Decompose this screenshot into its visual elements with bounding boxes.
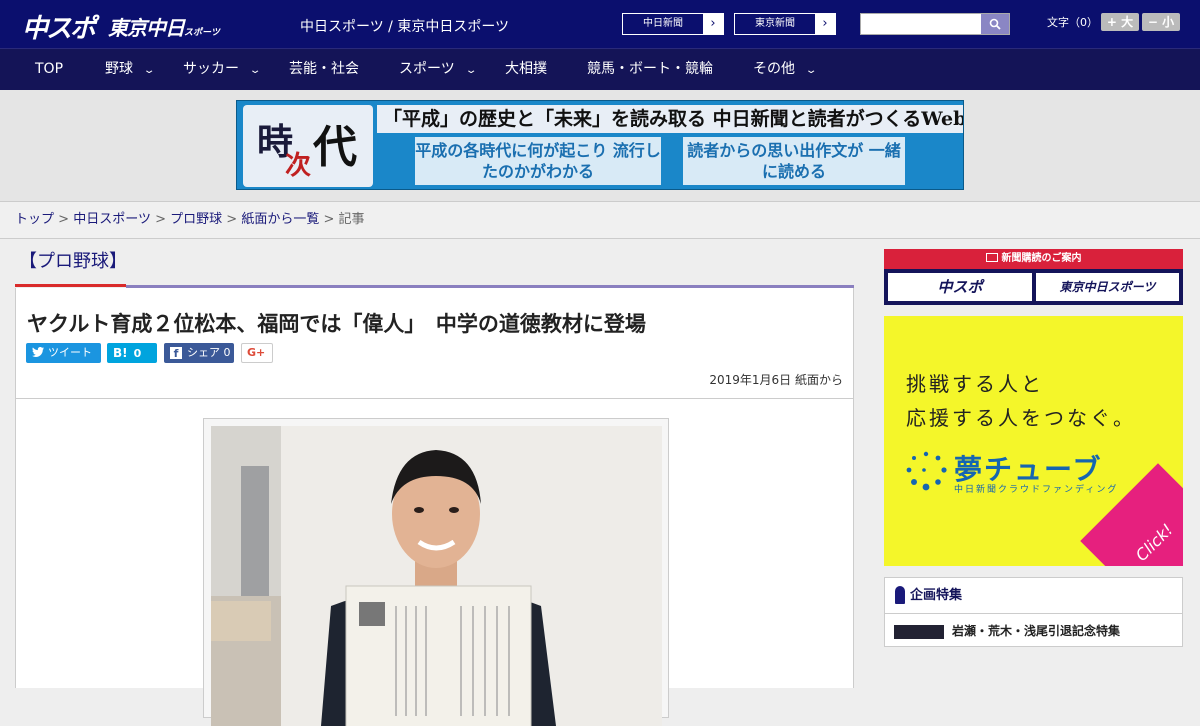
special-feature-thumb: [894, 624, 944, 639]
chevron-down-icon: ⌄: [464, 65, 478, 76]
jidai-logo-char-3: 代: [313, 122, 357, 173]
special-features-header: 企画特集: [885, 578, 1182, 614]
facebook-icon: f: [170, 347, 182, 360]
breadcrumb-separator: >: [323, 212, 335, 227]
search-box[interactable]: [860, 13, 1010, 35]
special-feature-item[interactable]: 岩瀬・荒木・浅尾引退記念特集: [894, 622, 1120, 639]
search-icon: [989, 18, 1001, 30]
special-feature-title: 岩瀬・荒木・浅尾引退記念特集: [952, 624, 1121, 638]
chunichi-shimbun-button[interactable]: 中日新聞 ›: [622, 13, 724, 35]
font-size-label: 文字（0）: [1047, 16, 1098, 29]
jidai-logo-char-2: 次: [285, 151, 312, 181]
chuspo-logo[interactable]: 中スポ: [22, 8, 96, 45]
nav-item-soccer[interactable]: サッカー ⌄: [183, 49, 262, 91]
hatena-count: 0: [133, 347, 142, 360]
ad-brand-sub: 中日新聞クラウドファンディング: [954, 485, 1119, 495]
breadcrumb-separator: >: [58, 212, 70, 227]
nav-item-top[interactable]: TOP: [35, 49, 63, 91]
banner-headline: 「平成」の歴史と「未来」を読み取る 中日新聞と読者がつくるWebサイト: [377, 105, 963, 133]
article-dateline: 2019年1月6日 紙面から: [709, 371, 843, 388]
jidai-logo: 時 次 代: [243, 105, 373, 187]
breadcrumb-current: 記事: [338, 212, 365, 227]
breadcrumb: トップ > 中日スポーツ > プロ野球 > 紙面から一覧 > 記事: [0, 201, 1200, 239]
hatena-icon: B!: [113, 346, 128, 360]
breadcrumb-paper-list[interactable]: 紙面から一覧: [241, 212, 319, 227]
font-larger-button[interactable]: + 大: [1101, 13, 1139, 31]
chevron-down-icon: ⌄: [142, 65, 156, 76]
breadcrumb-chunichi-sports[interactable]: 中日スポーツ: [73, 212, 151, 227]
breadcrumb-pro-baseball[interactable]: プロ野球: [170, 212, 222, 227]
nav-item-racing[interactable]: 競馬・ボート・競輪: [587, 49, 713, 91]
font-smaller-button[interactable]: − 小: [1142, 13, 1180, 31]
subscribe-tokyo-chunichi-button[interactable]: 東京中日スポーツ: [1036, 273, 1179, 301]
breadcrumb-separator: >: [155, 212, 166, 227]
nav-label: その他: [753, 61, 795, 77]
ribbon-icon: [895, 586, 905, 604]
subscription-title: 新聞購読のご案内: [1001, 253, 1082, 264]
nav-label: TOP: [35, 61, 64, 77]
player-photo-illustration: [211, 426, 662, 726]
article-card: ヤクルト育成２位松本、福岡では「偉人」 中学の道徳教材に登場 ツイート B! 0 …: [15, 288, 854, 726]
google-plus-icon: G+: [247, 346, 266, 359]
google-plus-button[interactable]: G+: [241, 343, 273, 363]
article-photo[interactable]: [211, 426, 662, 726]
nav-item-baseball[interactable]: 野球 ⌄: [105, 49, 156, 91]
nav-label: サッカー: [183, 61, 239, 77]
nav-item-other[interactable]: その他 ⌄: [753, 49, 818, 91]
chevron-down-icon: ⌄: [248, 65, 262, 76]
chevron-right-icon: ›: [703, 14, 723, 34]
jidai-banner[interactable]: 時 次 代 「平成」の歴史と「未来」を読み取る 中日新聞と読者がつくるWebサイ…: [236, 100, 964, 190]
nav-label: 競馬・ボート・競輪: [587, 61, 713, 77]
ad-line-1: 挑戦する人と: [906, 372, 1044, 396]
site-name[interactable]: 中日スポーツ / 東京中日スポーツ: [300, 16, 509, 36]
nav-label: 野球: [105, 61, 133, 77]
dot-circle-icon: [906, 451, 947, 491]
tokyo-chunichi-logo[interactable]: 東京中日スポーツ: [108, 12, 220, 41]
twitter-bird-icon: [32, 347, 44, 357]
subscription-guide: 新聞購読のご案内 中スポ 東京中日スポーツ: [884, 249, 1183, 305]
tokyo-shimbun-button[interactable]: 東京新聞 ›: [734, 13, 836, 35]
chunichi-shimbun-label: 中日新聞: [643, 18, 683, 29]
breadcrumb-separator: >: [226, 212, 238, 227]
facebook-count: 0: [223, 346, 231, 359]
article-photo-frame: [203, 418, 669, 726]
chevron-right-icon: ›: [815, 14, 835, 34]
subscribe-chuspo-button[interactable]: 中スポ: [888, 273, 1032, 301]
tokyo-shimbun-label: 東京新聞: [755, 18, 795, 29]
main-nav: TOP 野球 ⌄ サッカー ⌄ 芸能・社会 スポーツ ⌄ 大相撲 競馬・ボート・競輪 …: [0, 48, 1200, 90]
hatena-bookmark-button[interactable]: B! 0: [107, 343, 157, 363]
search-button[interactable]: [981, 14, 1009, 34]
tweet-label: ツイート: [48, 346, 92, 359]
newspaper-icon: [985, 253, 998, 262]
yume-tube-ad[interactable]: 挑戦する人と 応援する人をつなぐ。 夢チューブ 中日新聞クラウドファンディング …: [884, 316, 1183, 566]
facebook-share-label: シェア: [187, 346, 220, 359]
nav-item-sports[interactable]: スポーツ ⌄: [399, 49, 478, 91]
subscription-header: 新聞購読のご案内: [884, 249, 1183, 269]
nav-label: 大相撲: [505, 61, 547, 77]
banner-area: 時 次 代 「平成」の歴史と「未来」を読み取る 中日新聞と読者がつくるWebサイ…: [0, 90, 1200, 201]
ad-line-2: 応援する人をつなぐ。: [906, 406, 1136, 430]
chevron-down-icon: ⌄: [804, 65, 818, 76]
special-features-title: 企画特集: [910, 588, 963, 603]
article-category: 【プロ野球】: [15, 239, 127, 287]
nav-item-sumo[interactable]: 大相撲: [505, 49, 547, 91]
logo-secondary-small: スポーツ: [184, 28, 220, 38]
facebook-share-button[interactable]: f シェア 0: [164, 343, 234, 363]
nav-item-entertainment[interactable]: 芸能・社会: [289, 49, 359, 91]
nav-label: 芸能・社会: [289, 61, 359, 77]
nav-label: スポーツ: [399, 61, 455, 77]
banner-box-left: 平成の各時代に何が起こり 流行したのかがわかる: [415, 137, 661, 185]
tweet-button[interactable]: ツイート: [26, 343, 101, 363]
search-input[interactable]: [861, 15, 979, 35]
article-source: 紙面から: [794, 373, 843, 387]
article-divider: [16, 398, 853, 399]
banner-box-right: 読者からの思い出作文が 一緒に読める: [683, 137, 905, 185]
breadcrumb-top[interactable]: トップ: [15, 212, 54, 227]
top-header: 中スポ 東京中日スポーツ 中日スポーツ / 東京中日スポーツ 中日新聞 › 東京…: [0, 0, 1200, 48]
logo-secondary-text: 東京中日: [108, 16, 185, 40]
article-date: 2019年1月6日: [709, 373, 792, 387]
article-headline: ヤクルト育成２位松本、福岡では「偉人」 中学の道徳教材に登場: [27, 313, 646, 336]
special-features: 企画特集 岩瀬・荒木・浅尾引退記念特集: [884, 577, 1183, 647]
